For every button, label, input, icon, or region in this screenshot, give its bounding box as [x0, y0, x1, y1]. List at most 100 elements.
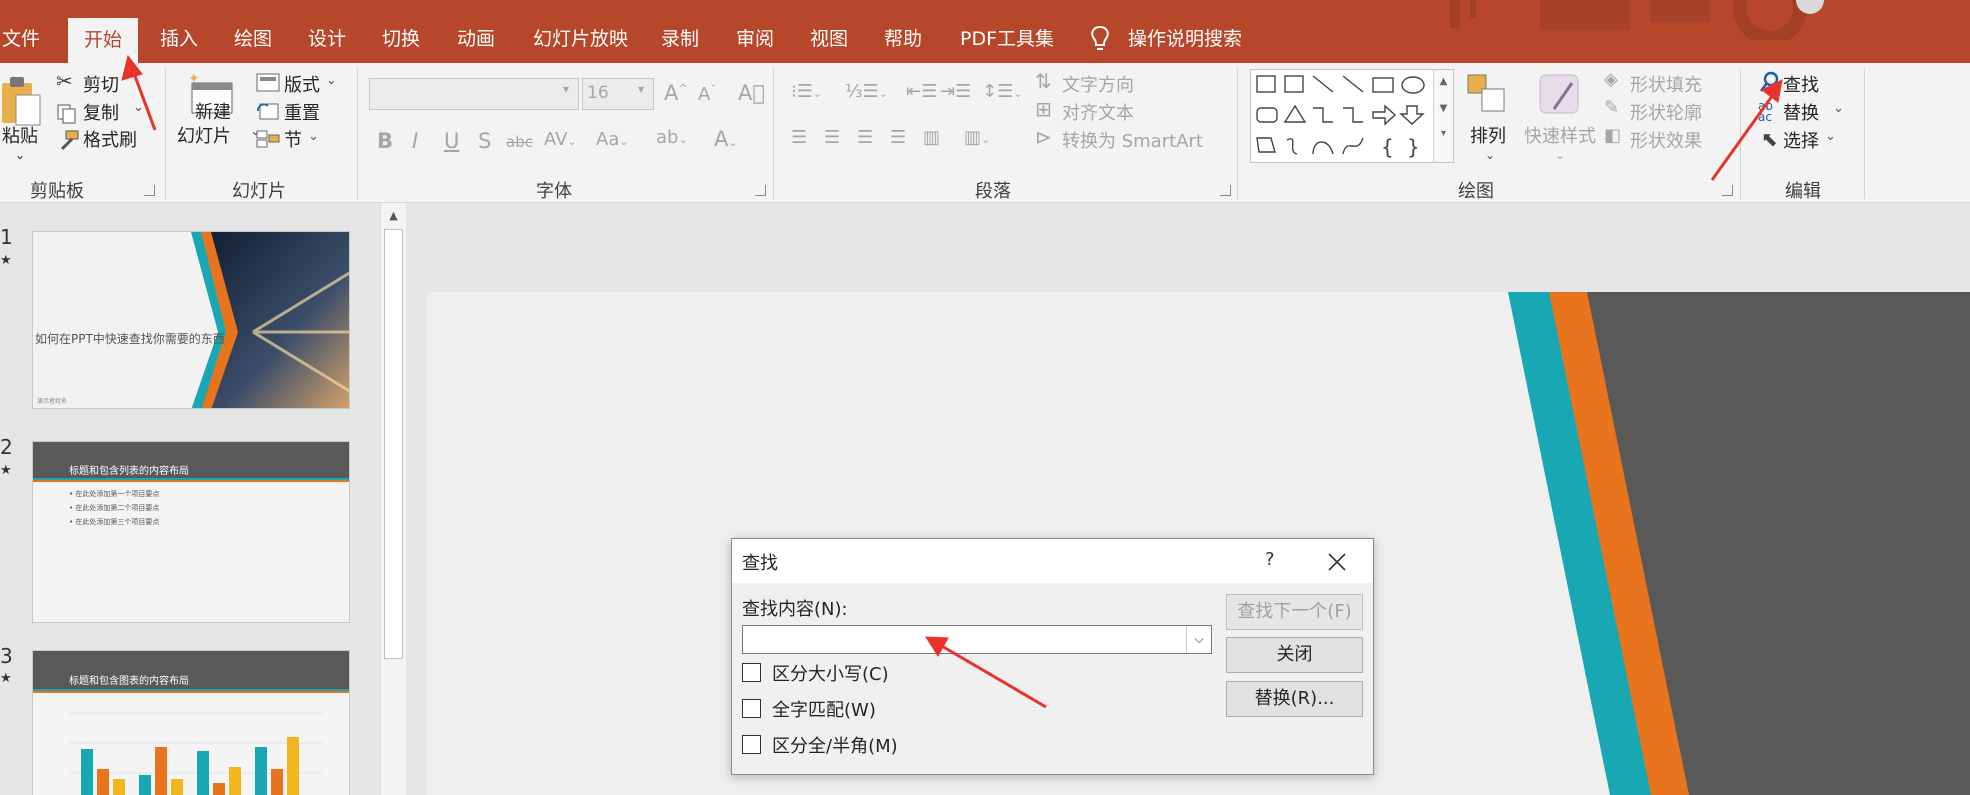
replace-dropdown-arrow[interactable]: ⌄ — [1833, 101, 1844, 116]
font-name-combo[interactable] — [369, 78, 579, 110]
match-case-label[interactable]: 区分大小写(C) — [772, 660, 889, 686]
tab-slideshow[interactable]: 幻灯片放映 — [533, 14, 628, 63]
scroll-up-arrow[interactable]: ▲ — [381, 209, 406, 222]
find-next-button[interactable]: 查找下一个(F) — [1226, 594, 1363, 630]
dialog-title-bar[interactable]: 查找 ? — [732, 539, 1373, 583]
align-left-icon[interactable]: ☰ — [791, 127, 807, 148]
clipboard-dialog-launcher[interactable] — [144, 185, 155, 196]
shape-effects-button[interactable]: 形状效果 — [1630, 127, 1702, 153]
match-width-checkbox[interactable] — [742, 735, 761, 754]
tab-draw[interactable]: 绘图 — [234, 14, 272, 63]
gallery-more-arrow[interactable]: ▾ — [1434, 128, 1453, 139]
quick-styles-button[interactable]: 快速样式 — [1524, 122, 1596, 148]
tab-file[interactable]: 文件 — [2, 14, 40, 63]
underline-icon[interactable]: U — [444, 129, 459, 153]
paste-icon[interactable] — [0, 73, 44, 129]
arrange-icon[interactable] — [1466, 73, 1508, 115]
bold-icon[interactable]: B — [377, 129, 393, 153]
tell-me-search[interactable]: 操作说明搜索 — [1128, 14, 1242, 63]
section-dropdown-arrow[interactable]: ⌄ — [308, 129, 319, 144]
decrease-font-size-icon[interactable]: Aˇ — [698, 83, 716, 105]
new-slide-label-1[interactable]: 新建 — [195, 98, 231, 124]
replace-button[interactable]: 替换 — [1783, 99, 1819, 125]
tab-pdf-tools[interactable]: PDF工具集 — [960, 14, 1054, 63]
match-case-checkbox[interactable] — [742, 663, 761, 682]
align-center-icon[interactable]: ☰ — [824, 127, 840, 148]
shape-outline-button[interactable]: 形状轮廓 — [1630, 99, 1702, 125]
character-spacing-icon[interactable]: AV⌄ — [544, 129, 577, 150]
increase-indent-icon[interactable]: ⇥☰ — [940, 81, 971, 102]
section-button[interactable]: 节 — [284, 126, 302, 152]
shapes-gallery-icons[interactable]: {} — [1251, 70, 1431, 162]
thumbnail-scrollbar[interactable]: ▲ — [380, 203, 406, 795]
reset-button[interactable]: 重置 — [284, 99, 320, 125]
whole-words-checkbox[interactable] — [742, 699, 761, 718]
find-button[interactable]: 查找 — [1783, 71, 1819, 97]
font-color-icon[interactable]: A⌄ — [714, 127, 738, 151]
tab-home[interactable]: 开始 — [68, 18, 139, 63]
font-name-dropdown-arrow[interactable]: ▾ — [563, 82, 569, 96]
tab-animations[interactable]: 动画 — [457, 14, 495, 63]
gallery-down-arrow[interactable]: ▼ — [1434, 103, 1453, 114]
paste-button[interactable]: 粘贴 — [2, 122, 38, 148]
increase-font-size-icon[interactable]: A^ — [664, 81, 688, 105]
find-what-dropdown-arrow[interactable]: ⌵ — [1186, 626, 1211, 653]
tab-view[interactable]: 视图 — [810, 14, 848, 63]
shapes-gallery[interactable]: {} ▲ ▼ ▾ — [1250, 69, 1454, 163]
layout-dropdown-arrow[interactable]: ⌄ — [326, 73, 337, 88]
justify-icon[interactable]: ☰ — [890, 127, 906, 148]
close-icon[interactable] — [1328, 553, 1346, 571]
new-slide-label-2[interactable]: 幻灯片 — [177, 122, 231, 148]
gallery-up-arrow[interactable]: ▲ — [1434, 76, 1453, 87]
italic-icon[interactable]: I — [412, 129, 418, 153]
slide-thumbnail-3[interactable]: 标题和包含图表的内容布局 — [32, 650, 350, 795]
whole-words-label[interactable]: 全字匹配(W) — [772, 696, 876, 722]
numbering-icon[interactable]: ⅓☰⌄ — [845, 81, 888, 102]
paste-dropdown-arrow[interactable]: ⌄ — [15, 148, 25, 162]
scroll-thumb[interactable] — [384, 229, 403, 659]
tab-review[interactable]: 审阅 — [736, 14, 774, 63]
convert-smartart-button[interactable]: 转换为 SmartArt — [1062, 127, 1203, 153]
strikethrough-icon[interactable]: abc — [506, 133, 533, 151]
shape-fill-button[interactable]: 形状填充 — [1630, 71, 1702, 97]
paragraph-dialog-launcher[interactable] — [1220, 185, 1231, 196]
tab-transitions[interactable]: 切换 — [382, 14, 420, 63]
distributed-icon[interactable]: ▥ — [923, 127, 940, 148]
tab-design[interactable]: 设计 — [308, 14, 346, 63]
close-button[interactable]: 关闭 — [1226, 637, 1363, 673]
copy-button[interactable]: 复制 — [83, 99, 119, 125]
align-text-button[interactable]: 对齐文本 — [1062, 99, 1134, 125]
select-button[interactable]: 选择 — [1783, 127, 1819, 153]
text-direction-button[interactable]: 文字方向 — [1062, 71, 1134, 97]
cut-button[interactable]: 剪切 — [83, 71, 119, 97]
arrange-dropdown-arrow[interactable]: ⌄ — [1485, 148, 1495, 162]
arrange-button[interactable]: 排列 — [1470, 122, 1506, 148]
font-size-dropdown-arrow[interactable]: ▾ — [638, 82, 644, 96]
change-case-icon[interactable]: Aa⌄ — [596, 129, 629, 150]
font-dialog-launcher[interactable] — [755, 185, 766, 196]
line-spacing-icon[interactable]: ↕☰⌄ — [982, 81, 1022, 102]
slide-thumbnail-2[interactable]: 标题和包含列表的内容布局 • 在此处添加第一个项目要点 • 在此处添加第二个项目… — [32, 441, 350, 623]
drawing-dialog-launcher[interactable] — [1722, 185, 1733, 196]
quick-styles-dropdown-arrow[interactable]: ⌄ — [1555, 148, 1565, 162]
copy-dropdown-arrow[interactable]: ⌄ — [133, 100, 144, 115]
tab-record[interactable]: 录制 — [661, 14, 699, 63]
gallery-scroll[interactable]: ▲ ▼ ▾ — [1433, 70, 1453, 162]
bullets-icon[interactable]: ⁝☰⌄ — [791, 81, 822, 102]
find-what-input[interactable]: ⌵ — [742, 625, 1212, 654]
decrease-indent-icon[interactable]: ⇤☰ — [906, 81, 937, 102]
slide-thumbnail-1[interactable]: 如何在PPT中快速查找你需要的东西 演示者姓名 — [32, 231, 350, 409]
match-width-label[interactable]: 区分全/半角(M) — [772, 732, 898, 758]
quick-styles-icon[interactable] — [1536, 71, 1582, 117]
replace-button-dialog[interactable]: 替换(R)... — [1226, 681, 1363, 717]
tab-help[interactable]: 帮助 — [884, 14, 922, 63]
align-right-icon[interactable]: ☰ — [857, 127, 873, 148]
tab-insert[interactable]: 插入 — [160, 14, 198, 63]
help-button[interactable]: ? — [1265, 549, 1275, 570]
shadow-icon[interactable]: S — [478, 129, 491, 153]
columns-icon[interactable]: ▥⌄ — [964, 127, 990, 148]
layout-button[interactable]: 版式 — [284, 71, 320, 97]
select-dropdown-arrow[interactable]: ⌄ — [1825, 129, 1836, 144]
highlight-icon[interactable]: ab⌄ — [656, 127, 688, 148]
clear-formatting-icon[interactable]: A⃫ — [738, 81, 765, 105]
